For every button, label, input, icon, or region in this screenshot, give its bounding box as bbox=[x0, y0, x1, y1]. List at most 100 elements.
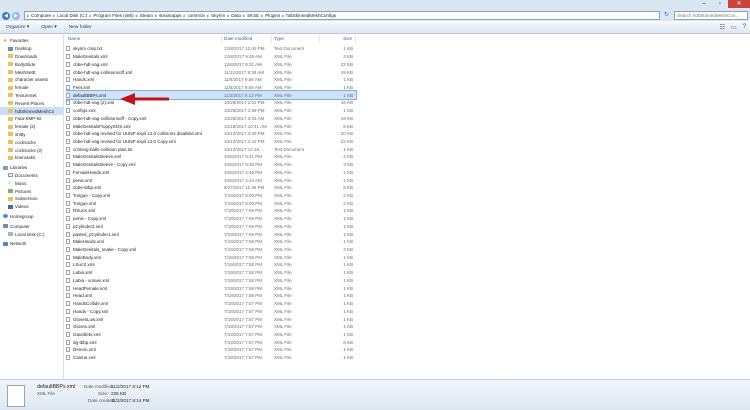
help-icon[interactable]: ? bbox=[743, 24, 746, 31]
file-row[interactable]: MaleGenitalsSleeve.xml 10/5/2017 8:41 PM X… bbox=[66, 153, 356, 161]
file-row[interactable]: FemaleHands.xml 10/5/2017 2:46 PM XML File… bbox=[66, 169, 356, 177]
file-name-cell[interactable]: cchlong-balls-collision plan.txt bbox=[66, 146, 222, 152]
column-header-type[interactable]: Type bbox=[272, 35, 320, 43]
file-name-cell[interactable]: Feet.xml bbox=[66, 84, 222, 90]
file-name-cell[interactable]: HandsCollide.xml bbox=[66, 301, 222, 307]
breadcrumb-item[interactable]: Computer bbox=[29, 13, 53, 18]
file-row[interactable]: cbbe-hdt-vag-collisionsoff - Copy.xml 10/… bbox=[66, 114, 356, 122]
file-name-cell[interactable]: GlovesLow.xml bbox=[66, 316, 222, 322]
nav-favorite-item[interactable]: Futa-SMP-kit bbox=[0, 115, 63, 123]
nav-favorite-item[interactable]: Downloads bbox=[0, 53, 63, 61]
nav-library-item[interactable]: Videos bbox=[0, 203, 63, 211]
column-header-date[interactable]: Date modified bbox=[222, 35, 272, 43]
file-name-cell[interactable]: MaleGenitals_snake - Copy.xml bbox=[66, 247, 222, 253]
file-name-cell[interactable]: Tongue.xml bbox=[66, 200, 222, 206]
close-icon[interactable]: ✕ bbox=[728, 0, 750, 8]
forward-icon[interactable]: ▶ bbox=[12, 11, 20, 20]
file-row[interactable]: Hands - Copy.xml 7/19/2017 7:57 PM XML Fil… bbox=[66, 307, 356, 315]
organize-button[interactable]: Organize ▾ bbox=[0, 25, 35, 30]
address-bar[interactable]: ▸ Computer ▸ Local Disk (C:) ▸ Program Files … bbox=[24, 11, 660, 20]
file-row[interactable]: MaleGenitalsFloppySOS.xml 10/18/2017 10:4… bbox=[66, 122, 356, 130]
file-row[interactable]: Hands.xml 11/5/2017 9:58 AM XML File 1 KB bbox=[66, 76, 356, 84]
file-name-cell[interactable]: MaleGenitalsFloppySOS.xml bbox=[66, 123, 222, 129]
new-folder-button[interactable]: New folder bbox=[63, 25, 98, 30]
file-name-cell[interactable]: RSucX.xml bbox=[66, 208, 222, 214]
breadcrumb-item[interactable]: Data bbox=[229, 13, 243, 18]
nav-computer[interactable]: Computer bbox=[0, 222, 63, 230]
file-row[interactable]: Labia - xonwe.xml 7/19/2017 7:58 PM XML Fi… bbox=[66, 277, 356, 285]
nav-favorite-item[interactable]: Recent Places bbox=[0, 99, 63, 107]
file-name-cell[interactable]: configs.xml bbox=[66, 108, 222, 114]
file-row[interactable]: MaleHands.xml 7/19/2017 7:59 PM XML File 1 … bbox=[66, 238, 356, 246]
file-name-cell[interactable]: MaleGenitalsSleeve - Copy.xml bbox=[66, 162, 222, 168]
nav-favorites[interactable]: ★ Favorites bbox=[0, 37, 63, 45]
nav-favorite-item[interactable]: bmimasks bbox=[0, 154, 63, 162]
file-name-cell[interactable]: Labia.xml bbox=[66, 270, 222, 276]
nav-homegroup[interactable]: Homegroup bbox=[0, 213, 63, 221]
file-row[interactable]: MaleGenitalsSleeve - Copy.xml 10/5/2017 8… bbox=[66, 161, 356, 169]
refresh-icon[interactable]: ↻ bbox=[662, 11, 671, 20]
file-name-cell[interactable]: LSucX.xml bbox=[66, 262, 222, 268]
nav-library-item[interactable]: Pictures bbox=[0, 187, 63, 195]
file-name-cell[interactable]: Hands - Copy.xml bbox=[66, 308, 222, 314]
file-row[interactable]: dg-tbbp.xml 7/19/2017 7:57 PM XML File 6 KB bbox=[66, 338, 356, 346]
file-name-cell[interactable]: MaleGenitals.xml bbox=[66, 54, 222, 60]
view-options-icon[interactable]: ☷ bbox=[720, 24, 725, 31]
file-row[interactable]: cbbe-hdt-vag (2).xml 10/29/2017 2:02 PM XM… bbox=[66, 99, 356, 107]
breadcrumb-item[interactable]: common bbox=[186, 13, 208, 18]
nav-favorite-item[interactable]: female (2) bbox=[0, 123, 63, 131]
nav-favorite-item[interactable]: Desktop bbox=[0, 45, 63, 53]
nav-libraries[interactable]: Libraries bbox=[0, 164, 63, 172]
file-name-cell[interactable]: penis - Copy.xml bbox=[66, 216, 222, 222]
file-row[interactable]: skyrim crep.txt 12/8/2017 12:45 PM Text Do… bbox=[66, 45, 356, 53]
search-input[interactable]: Search hdtSkinnedMeshCon... bbox=[674, 11, 748, 20]
breadcrumb-item[interactable]: hdtSkinnedMeshConfigs bbox=[284, 13, 338, 18]
file-name-cell[interactable]: cbbe-hdt-vag revised for UUNP expil 12.0… bbox=[66, 138, 222, 144]
nav-favorite-item[interactable]: cocksocks (2) bbox=[0, 146, 63, 154]
file-name-cell[interactable]: pCylinder2.xml bbox=[66, 223, 222, 229]
nav-network[interactable]: Network bbox=[0, 240, 63, 248]
file-row[interactable]: Head.xml 7/19/2017 7:58 PM XML File 1 KB bbox=[66, 292, 356, 300]
file-row[interactable]: cbbe-hdt-vag-collisionsoff.xml 11/12/2017… bbox=[66, 68, 356, 76]
file-row[interactable]: penis.xml 10/5/2017 4:44 AM XML File 1 KB bbox=[66, 176, 356, 184]
file-name-cell[interactable]: cbbe-hdt-vag-collisionsoff - Copy.xml bbox=[66, 115, 222, 121]
back-icon[interactable]: ◀ bbox=[2, 11, 10, 20]
file-row[interactable]: configs.xml 10/29/2017 1:58 PM XML File 1 K… bbox=[66, 107, 356, 115]
nav-favorite-item[interactable]: character assets bbox=[0, 76, 63, 84]
file-name-cell[interactable]: pasted_pCylinder1.xml bbox=[66, 231, 222, 237]
breadcrumb-item[interactable]: Plugins bbox=[263, 13, 282, 18]
file-name-cell[interactable]: cbbe-hdt-vag revised for UUNP expil 12.0… bbox=[66, 131, 222, 137]
file-name-cell[interactable]: Hands.xml bbox=[66, 77, 222, 83]
file-name-cell[interactable]: Head.xml bbox=[66, 293, 222, 299]
nav-favorite-item[interactable]: hdtSkinnedMeshCo bbox=[0, 107, 63, 115]
column-header-name[interactable]: Name bbox=[66, 35, 222, 43]
file-name-cell[interactable]: MaleHands.xml bbox=[66, 239, 222, 245]
file-row[interactable]: Tongue - Copy.xml 7/19/2017 8:00 PM XML Fi… bbox=[66, 192, 356, 200]
breadcrumb-item[interactable]: Program Files (x86) bbox=[91, 13, 135, 18]
breadcrumb-item[interactable]: Local Disk (C:) bbox=[55, 13, 89, 18]
nav-library-item[interactable]: Documents bbox=[0, 172, 63, 180]
nav-drive-item[interactable]: Local Disk (C:) bbox=[0, 230, 63, 238]
maximize-icon[interactable]: ▫ bbox=[712, 0, 728, 8]
file-row[interactable]: Tongue.xml 7/19/2017 8:00 PM XML File 2 KB bbox=[66, 199, 356, 207]
file-row[interactable]: Demon.xml 7/19/2017 7:57 PM XML File 1 KB bbox=[66, 346, 356, 354]
file-row[interactable]: penis - Copy.xml 7/19/2017 7:59 PM XML Fil… bbox=[66, 215, 356, 223]
file-row[interactable]: HeadFemale.xml 7/19/2017 7:58 PM XML File 1… bbox=[66, 284, 356, 292]
file-name-cell[interactable]: Gloves.xml bbox=[66, 324, 222, 330]
file-row[interactable]: cchlong-balls-collision plan.txt 10/12/20… bbox=[66, 145, 356, 153]
file-row[interactable]: pasted_pCylinder1.xml 7/19/2017 7:59 PM XM… bbox=[66, 230, 356, 238]
file-row[interactable]: MaleBody.xml 7/19/2017 7:59 PM XML File 1 K… bbox=[66, 253, 356, 261]
file-name-cell[interactable]: cbbe-tbbp.xml bbox=[66, 185, 222, 191]
nav-favorite-item[interactable]: shitty bbox=[0, 131, 63, 139]
file-row[interactable]: cbbe-hdt-vag.xml 12/8/2017 8:31 AM XML Fil… bbox=[66, 60, 356, 68]
file-name-cell[interactable]: penis.xml bbox=[66, 177, 222, 183]
minimize-icon[interactable]: ‒ bbox=[696, 0, 712, 8]
nav-favorite-item[interactable]: cocksocks bbox=[0, 138, 63, 146]
file-name-cell[interactable]: HeadFemale.xml bbox=[66, 285, 222, 291]
file-row[interactable]: defaultBBPs.xml 11/2/2017 8:12 PM XML File… bbox=[66, 90, 357, 100]
breadcrumb-item[interactable]: Steam bbox=[138, 13, 155, 18]
file-row[interactable]: MaleGenitals_snake - Copy.xml 7/19/2017 7… bbox=[66, 246, 356, 254]
breadcrumb-item[interactable]: SKSE bbox=[245, 13, 261, 18]
file-row[interactable]: Gauntlets.xml 7/19/2017 7:57 PM XML File 1 … bbox=[66, 331, 356, 339]
file-row[interactable]: Labia.xml 7/19/2017 7:58 PM XML File 1 KB bbox=[66, 269, 356, 277]
